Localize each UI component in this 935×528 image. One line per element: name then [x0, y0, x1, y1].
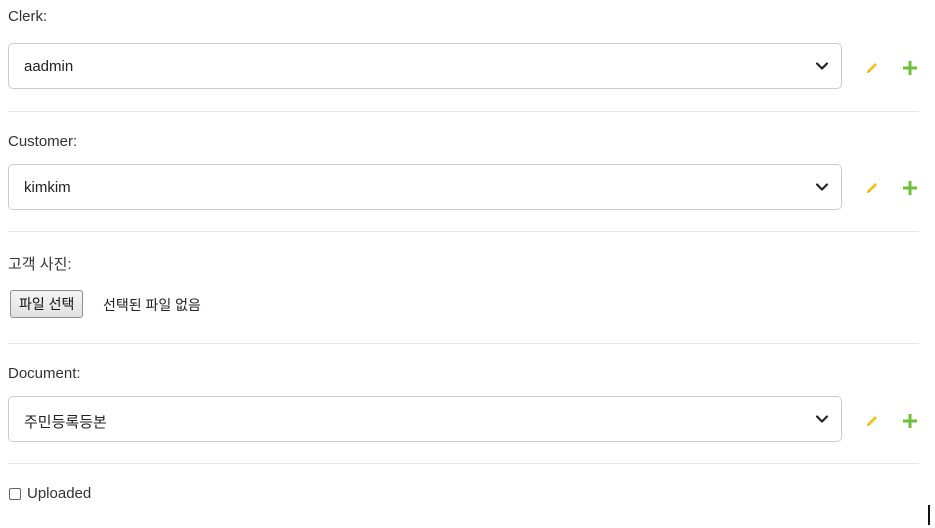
customer-select-value: kimkim	[24, 179, 71, 196]
pencil-icon[interactable]	[864, 180, 880, 196]
choose-file-button[interactable]: 파일 선택	[10, 290, 84, 318]
uploaded-label[interactable]: Uploaded	[27, 485, 91, 502]
chevron-down-icon	[815, 62, 829, 70]
uploaded-checkbox[interactable]	[9, 488, 21, 500]
divider	[8, 231, 919, 232]
plus-icon[interactable]	[903, 181, 917, 195]
divider	[8, 343, 919, 344]
plus-icon[interactable]	[903, 414, 917, 428]
document-label: Document:	[8, 365, 81, 382]
clerk-select-value: aadmin	[24, 58, 74, 75]
plus-icon[interactable]	[903, 61, 917, 75]
customer-select[interactable]: kimkim	[8, 164, 842, 210]
pencil-icon[interactable]	[864, 413, 880, 429]
divider	[8, 463, 919, 464]
customer-label: Customer:	[8, 133, 78, 150]
chevron-down-icon	[815, 183, 829, 191]
bottom-fade	[700, 470, 935, 528]
clerk-label: Clerk:	[8, 8, 48, 25]
divider	[8, 111, 919, 112]
pencil-icon[interactable]	[864, 60, 880, 76]
file-status-text: 선택된 파일 없음	[103, 297, 201, 313]
document-select-value: 주민등록등본	[24, 414, 107, 431]
clerk-select[interactable]: aadmin	[8, 43, 842, 89]
customer-photo-label: 고객 사진:	[8, 256, 72, 273]
admin-form: Clerk: aadmin Customer: kimkim 고객 사진: 파일…	[0, 0, 935, 528]
edge-mark	[928, 505, 930, 525]
chevron-down-icon	[815, 415, 829, 423]
document-select[interactable]: 주민등록등본	[8, 396, 842, 442]
